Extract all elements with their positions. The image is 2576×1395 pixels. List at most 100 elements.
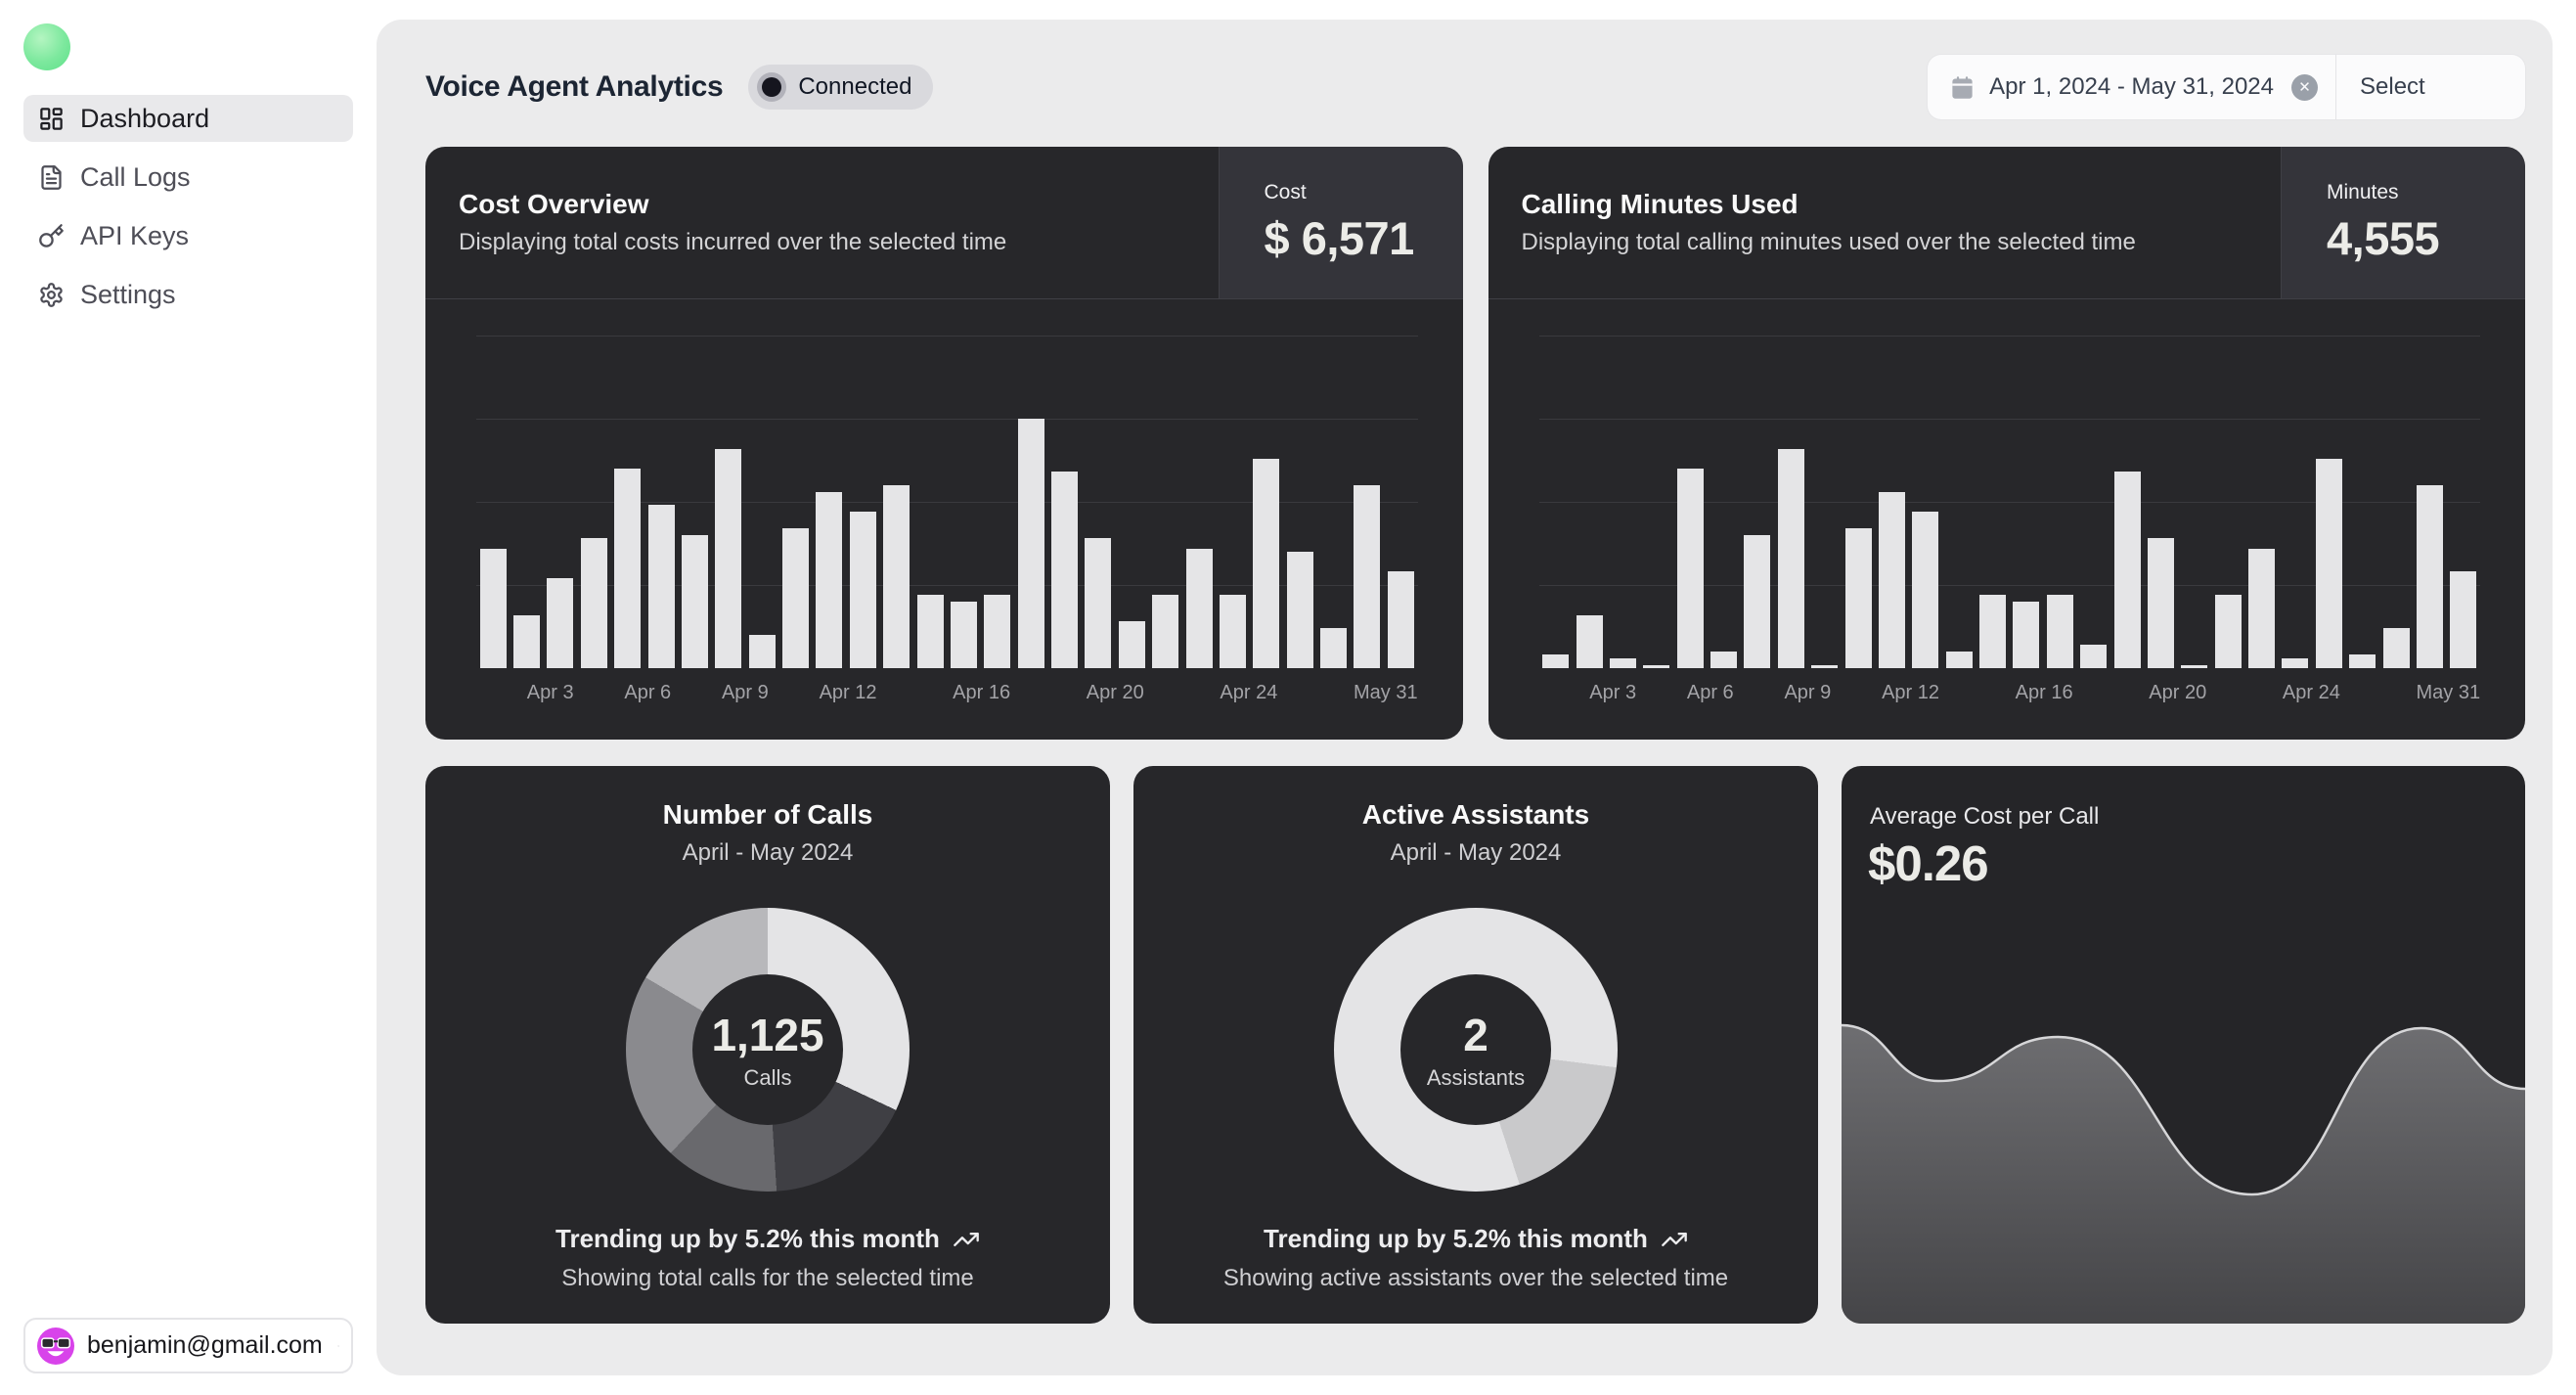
number-of-calls-card: Number of Calls April - May 2024 1,125 C… bbox=[425, 766, 1110, 1324]
sidebar-item-settings[interactable]: Settings bbox=[23, 271, 353, 318]
x-tick-label bbox=[1990, 682, 2016, 713]
x-tick-label bbox=[574, 682, 600, 713]
x-tick-label bbox=[1831, 682, 1856, 713]
user-avatar bbox=[37, 1328, 74, 1365]
x-tick-label: Apr 3 bbox=[1589, 682, 1636, 713]
sidebar-item-call-logs[interactable]: Call Logs bbox=[23, 154, 353, 201]
calls-trend-text: Trending up by 5.2% this month bbox=[555, 1224, 940, 1254]
bar bbox=[1384, 336, 1417, 668]
bar bbox=[1909, 336, 1942, 668]
x-tick-label bbox=[476, 682, 502, 713]
x-tick-label bbox=[1856, 682, 1882, 713]
assistants-card-subtitle: April - May 2024 bbox=[1391, 839, 1562, 867]
user-account-button[interactable]: benjamin@gmail.com bbox=[23, 1318, 353, 1373]
x-tick-label bbox=[1036, 682, 1061, 713]
bar bbox=[1673, 336, 1707, 668]
select-date-button[interactable]: Select bbox=[2336, 55, 2525, 119]
bar bbox=[2346, 336, 2379, 668]
bar bbox=[2043, 336, 2076, 668]
calls-footnote: Showing total calls for the selected tim… bbox=[555, 1265, 980, 1292]
x-tick-label bbox=[1662, 682, 1687, 713]
avg-cost-title: Average Cost per Call bbox=[1870, 803, 2099, 831]
sidebar-item-label: Settings bbox=[80, 280, 176, 310]
sidebar-item-label: Call Logs bbox=[80, 162, 191, 193]
x-tick-label bbox=[1144, 682, 1170, 713]
avg-cost-value: $0.26 bbox=[1868, 834, 1988, 892]
sidebar-item-dashboard[interactable]: Dashboard bbox=[23, 95, 353, 142]
bar bbox=[880, 336, 913, 668]
dashboard-grid-icon bbox=[38, 106, 65, 132]
date-range-button[interactable]: Apr 1, 2024 - May 31, 2024 ✕ bbox=[1928, 55, 2335, 119]
bar bbox=[1842, 336, 1875, 668]
assistants-center-label: Assistants bbox=[1427, 1065, 1525, 1091]
bar bbox=[2178, 336, 2211, 668]
user-email: benjamin@gmail.com bbox=[87, 1331, 323, 1360]
bar bbox=[1707, 336, 1740, 668]
x-axis: Apr 3Apr 6Apr 9Apr 12Apr 16Apr 20Apr 24M… bbox=[476, 682, 1418, 713]
x-tick-label: Apr 20 bbox=[1087, 682, 1144, 713]
cost-stat-value: $ 6,571 bbox=[1265, 211, 1463, 265]
x-tick-label bbox=[599, 682, 624, 713]
average-cost-card: Average Cost per Call $0.26 bbox=[1842, 766, 2525, 1324]
x-tick-label: May 31 bbox=[2417, 682, 2481, 713]
x-tick-label bbox=[1734, 682, 1759, 713]
bar bbox=[1640, 336, 1673, 668]
x-tick-label: Apr 16 bbox=[2016, 682, 2073, 713]
x-tick-label bbox=[1965, 682, 1990, 713]
clear-date-icon[interactable]: ✕ bbox=[2291, 74, 2318, 101]
x-tick-label bbox=[1539, 682, 1565, 713]
app-logo bbox=[23, 23, 70, 70]
select-label: Select bbox=[2360, 73, 2425, 101]
x-tick-label bbox=[1303, 682, 1328, 713]
cost-stat-label: Cost bbox=[1265, 181, 1463, 204]
donut-center: 2 Assistants bbox=[1334, 908, 1618, 1192]
bar bbox=[476, 336, 510, 668]
cost-overview-card: Cost Overview Displaying total costs inc… bbox=[425, 147, 1463, 740]
chevrons-up-down-icon bbox=[337, 1334, 339, 1358]
bar bbox=[1182, 336, 1216, 668]
bar bbox=[678, 336, 711, 668]
assistants-donut-chart: 2 Assistants bbox=[1334, 908, 1618, 1192]
x-tick-label bbox=[2340, 682, 2366, 713]
x-tick-label: Apr 9 bbox=[1784, 682, 1831, 713]
cost-card-subtitle: Displaying total costs incurred over the… bbox=[459, 229, 1185, 256]
x-tick-label bbox=[2232, 682, 2257, 713]
sidebar: Dashboard Call Logs API Keys Settings be… bbox=[0, 0, 377, 1395]
sidebar-item-label: Dashboard bbox=[80, 104, 209, 134]
bar bbox=[2010, 336, 2043, 668]
x-tick-label bbox=[769, 682, 794, 713]
calls-center-label: Calls bbox=[744, 1065, 792, 1091]
bar bbox=[1976, 336, 2009, 668]
file-text-icon bbox=[38, 164, 65, 191]
x-tick-label bbox=[1939, 682, 1965, 713]
assistants-footnote: Showing active assistants over the selec… bbox=[1223, 1265, 1728, 1292]
bottom-cards-row: Number of Calls April - May 2024 1,125 C… bbox=[425, 766, 2525, 1324]
bar bbox=[2279, 336, 2312, 668]
x-tick-label: Apr 12 bbox=[1882, 682, 1939, 713]
minutes-card-subtitle: Displaying total calling minutes used ov… bbox=[1522, 229, 2248, 256]
x-tick-label bbox=[2123, 682, 2149, 713]
calls-card-subtitle: April - May 2024 bbox=[683, 839, 854, 867]
donut-center: 1,125 Calls bbox=[626, 908, 910, 1192]
bar bbox=[1808, 336, 1842, 668]
connection-status-badge[interactable]: Connected bbox=[748, 65, 933, 110]
bar bbox=[1283, 336, 1316, 668]
key-icon bbox=[38, 223, 65, 249]
x-tick-label bbox=[902, 682, 927, 713]
x-tick-label bbox=[1195, 682, 1221, 713]
bar bbox=[1741, 336, 1774, 668]
bar bbox=[1115, 336, 1148, 668]
bar bbox=[913, 336, 947, 668]
sidebar-item-api-keys[interactable]: API Keys bbox=[23, 212, 353, 259]
x-tick-label: Apr 20 bbox=[2149, 682, 2206, 713]
bar bbox=[1875, 336, 1908, 668]
bar bbox=[1149, 336, 1182, 668]
minutes-card-title: Calling Minutes Used bbox=[1522, 189, 2248, 220]
bar bbox=[1316, 336, 1350, 668]
x-tick-label: Apr 12 bbox=[820, 682, 877, 713]
x-tick-label: Apr 16 bbox=[953, 682, 1010, 713]
x-tick-label bbox=[927, 682, 953, 713]
x-tick-label bbox=[1328, 682, 1354, 713]
x-tick-label: Apr 6 bbox=[1687, 682, 1734, 713]
bar bbox=[1351, 336, 1384, 668]
